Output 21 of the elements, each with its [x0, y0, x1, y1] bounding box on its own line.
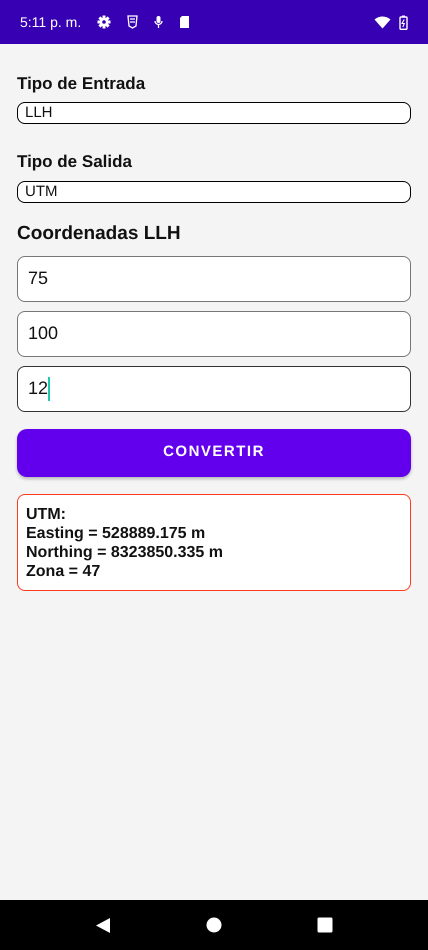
field-label: Tipo de Salida — [17, 152, 133, 173]
result-text: UTM: Easting = 528889.175 m Northing = 8323850.335 m Zona = 47 — [17, 494, 411, 592]
sd-card-icon — [179, 15, 190, 29]
recents-button[interactable] — [316, 917, 333, 933]
status-time: 5:11 p. m. — [20, 12, 82, 32]
battery-icon — [399, 14, 408, 30]
field-label: Tipo de Entrada — [17, 74, 146, 94]
dropdown[interactable]: LLH — [17, 102, 411, 124]
gear-icon — [97, 15, 112, 29]
input-field[interactable]: 100 — [17, 310, 411, 357]
wifi-icon — [374, 15, 391, 29]
convert-button[interactable]: CONVERTIR — [17, 428, 411, 477]
section-heading: Coordenadas LLH — [17, 222, 182, 246]
microphone-icon — [154, 15, 164, 29]
input-field[interactable]: 75 — [17, 256, 411, 302]
dropdown[interactable]: UTM — [17, 180, 411, 203]
shield-icon — [127, 15, 138, 29]
input-field[interactable]: 12 — [17, 366, 411, 412]
text-cursor-icon — [48, 376, 50, 401]
back-button[interactable] — [95, 916, 112, 934]
home-button[interactable] — [206, 917, 222, 933]
